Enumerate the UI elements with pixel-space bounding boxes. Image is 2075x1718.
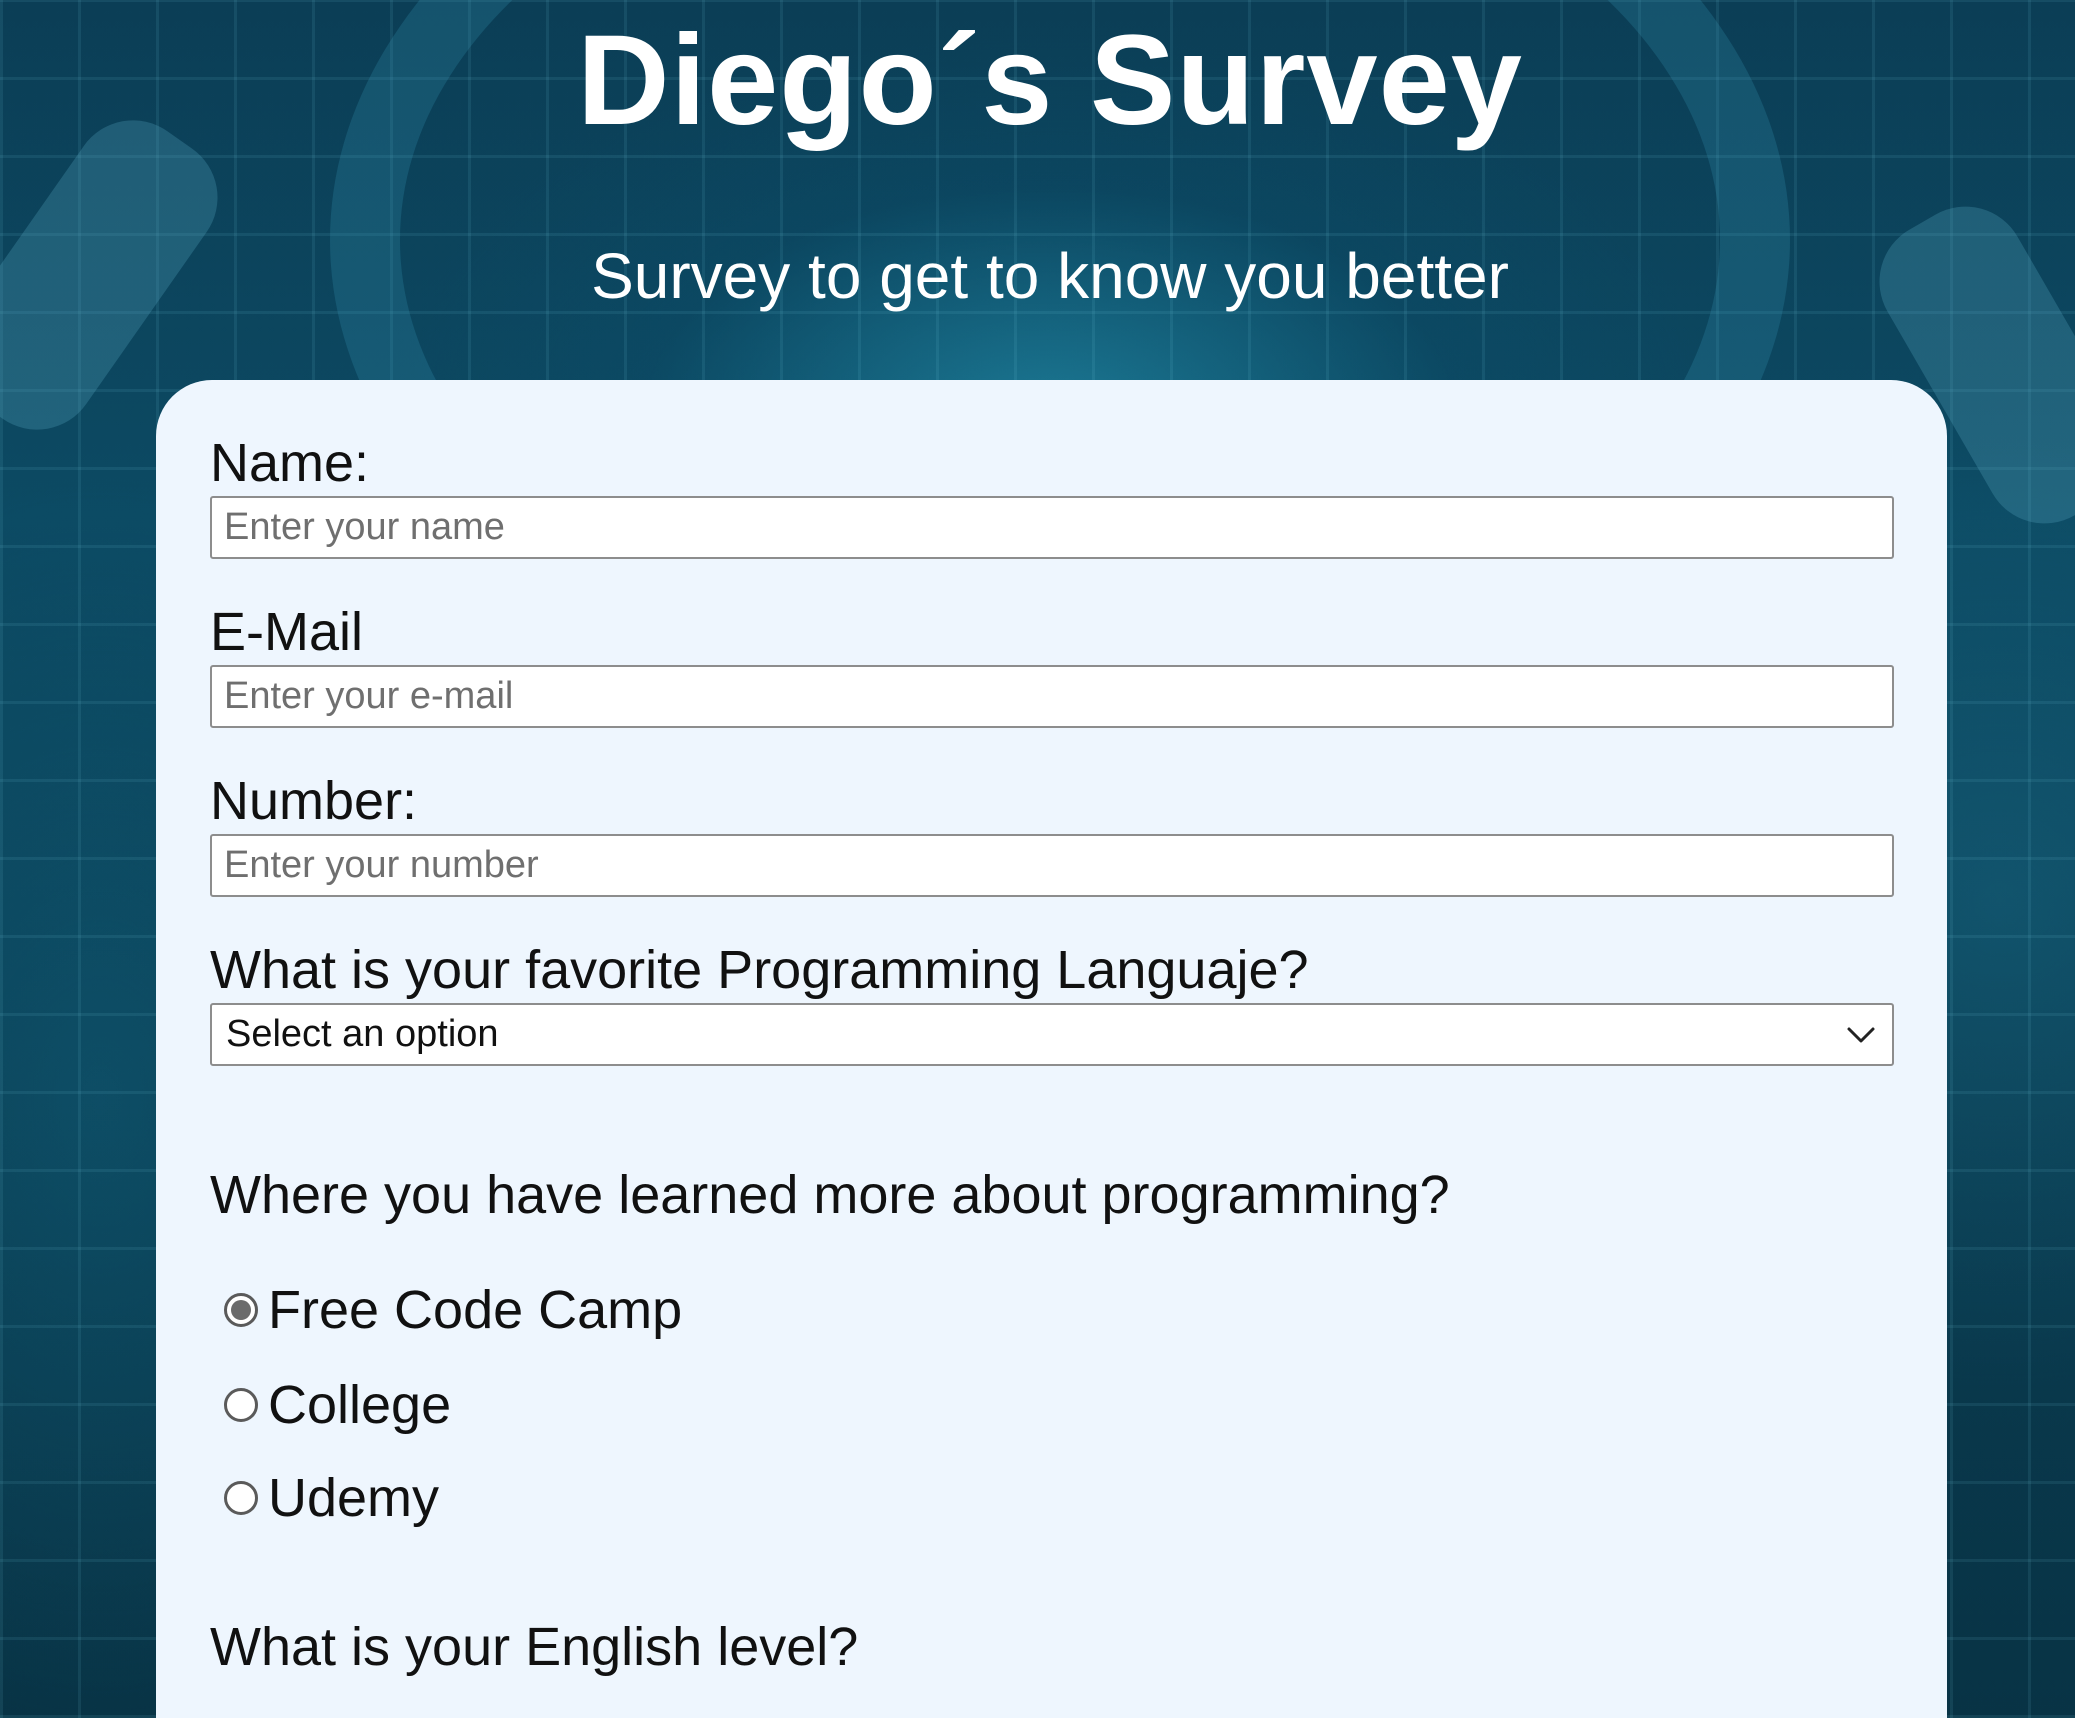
radio-button[interactable]: [224, 1388, 258, 1422]
radio-button[interactable]: [224, 1481, 258, 1515]
number-input[interactable]: [210, 834, 1894, 897]
radio-button[interactable]: [224, 1293, 258, 1327]
language-label: What is your favorite Programming Langua…: [210, 940, 1309, 1000]
radio-option-college[interactable]: College: [224, 1370, 451, 1440]
language-select-value: Select an option: [226, 1013, 499, 1055]
name-label: Name:: [210, 433, 370, 493]
english-question: What is your English level?: [210, 1617, 859, 1677]
language-select[interactable]: Select an option: [210, 1003, 1894, 1066]
radio-option-free-code-camp[interactable]: Free Code Camp: [224, 1275, 682, 1345]
radio-label: Udemy: [268, 1468, 440, 1528]
email-label: E-Mail: [210, 602, 364, 662]
page-subtitle: Survey to get to know you better: [591, 240, 1509, 312]
page-title: Diego´s Survey: [577, 9, 1523, 152]
radio-label: Free Code Camp: [268, 1280, 683, 1340]
number-label: Number:: [210, 771, 418, 831]
name-input[interactable]: [210, 496, 1894, 559]
chevron-down-icon: [1844, 1018, 1878, 1052]
radio-label: College: [268, 1375, 452, 1435]
radio-option-udemy[interactable]: Udemy: [224, 1463, 439, 1533]
email-input[interactable]: [210, 665, 1894, 728]
survey-form: Name: E-Mail Number: What is your favori…: [156, 380, 1947, 1718]
learned-question: Where you have learned more about progra…: [210, 1165, 1450, 1225]
